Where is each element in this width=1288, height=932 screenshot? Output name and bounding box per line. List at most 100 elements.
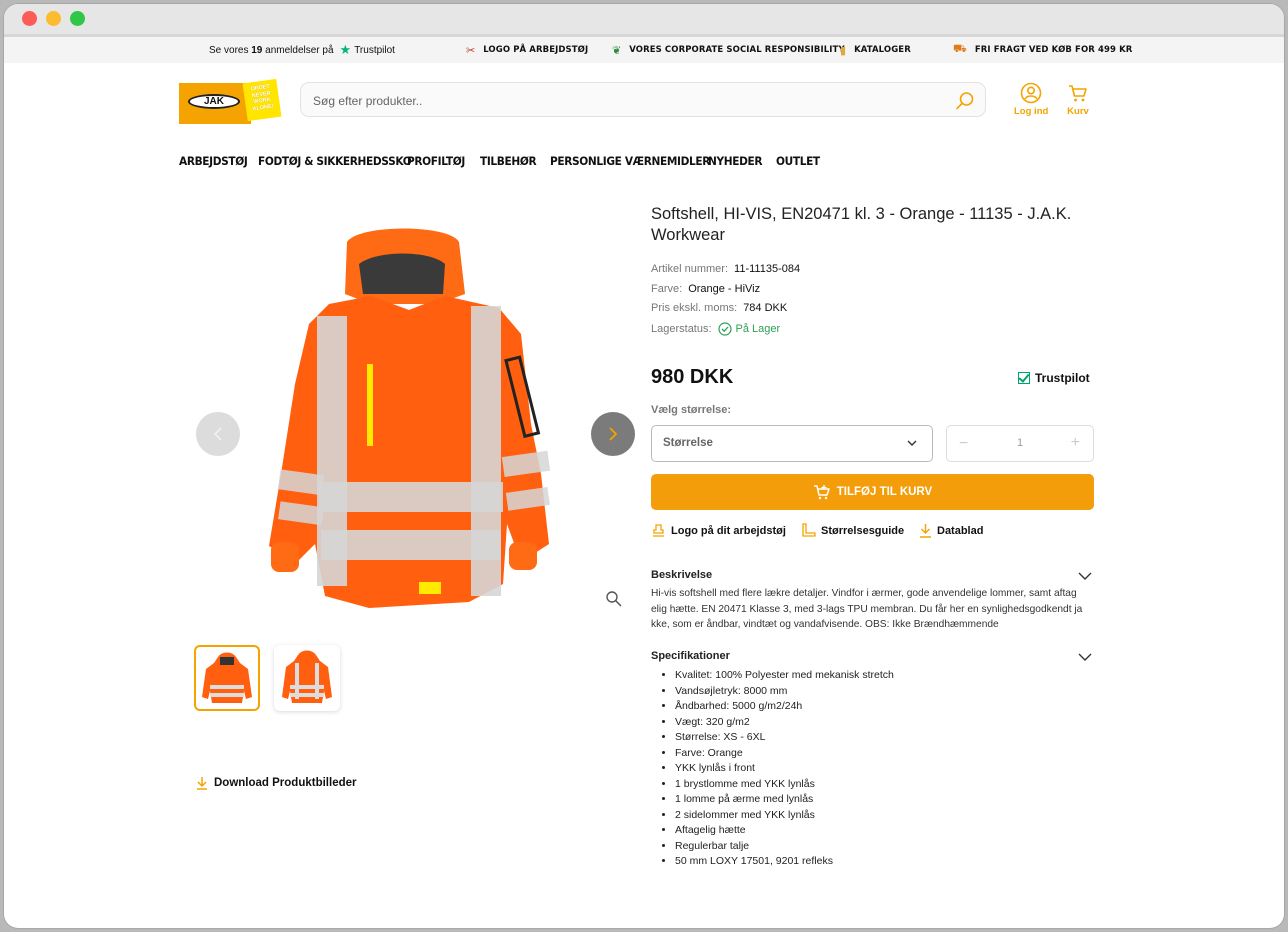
- thumbnail-front[interactable]: [194, 645, 260, 711]
- size-select-value: Størrelse: [663, 437, 713, 449]
- description-line: elig hætte. EN 20471 Klasse 3, med 3-lag…: [651, 603, 1083, 615]
- close-window-button[interactable]: [22, 11, 37, 26]
- description-line: kke, som er åndbar, vindtæt og vandafvis…: [651, 619, 999, 630]
- window-titlebar: [4, 4, 1284, 37]
- add-to-cart-label: TILFØJ TIL KURV: [836, 486, 933, 498]
- spec-item: 50 mm LOXY 17501, 9201 refleks: [675, 854, 894, 870]
- spec-item: 1 brystlomme med YKK lynlås: [675, 777, 894, 793]
- topbar-link-label: FRI FRAGT VED KØB FOR 499 KR: [974, 45, 1133, 55]
- stamp-icon: [653, 524, 664, 537]
- meta-value: Orange - HiViz: [688, 283, 761, 295]
- product-title: Softshell, HI-VIS, EN20471 kl. 3 - Orang…: [651, 205, 1072, 244]
- topbar-link-catalog[interactable]: ▮ KATALOGER: [840, 37, 911, 63]
- minimize-window-button[interactable]: [46, 11, 61, 26]
- site-logo[interactable]: JAK ORDET NEVER WORK ALONE!: [179, 77, 282, 124]
- link-label: Størrelsesguide: [821, 524, 905, 537]
- spec-item: 1 lomme på ærme med lynlås: [675, 792, 894, 808]
- size-label: Vælg størrelse:: [651, 404, 732, 416]
- spec-item: Vandsøjletryk: 8000 mm: [675, 684, 894, 700]
- nav-item-nyheder[interactable]: NYHEDER: [708, 154, 763, 168]
- maximize-window-button[interactable]: [70, 11, 85, 26]
- size-select[interactable]: Størrelse: [651, 425, 933, 462]
- topbar-link-shipping[interactable]: ⛟ FRI FRAGT VED KØB FOR 499 KR: [953, 37, 1132, 63]
- login-label: Log ind: [1014, 106, 1049, 117]
- check-circle-icon: [717, 322, 732, 336]
- trustpilot-prefix: Se vores: [209, 44, 249, 56]
- trustpilot-check-icon: [1018, 372, 1030, 384]
- trustpilot-brand: Trustpilot: [354, 44, 395, 56]
- spec-item: 2 sidelommer med YKK lynlås: [675, 808, 894, 824]
- nav-item-outlet[interactable]: OUTLET: [776, 154, 820, 168]
- login-button[interactable]: Log ind: [1014, 82, 1048, 117]
- datasheet-link[interactable]: Datablad: [919, 523, 983, 538]
- specifications-heading[interactable]: Specifikationer: [651, 650, 730, 662]
- nav-item-profiltoej[interactable]: PROFILTØJ: [407, 154, 465, 168]
- logo-badge: ORDET NEVER WORK ALONE!: [242, 78, 282, 122]
- link-label: Logo på dit arbejdstøj: [671, 524, 786, 537]
- meta-label: Farve:: [651, 283, 683, 295]
- quantity-increase-button[interactable]: +: [1071, 434, 1080, 452]
- spec-item: Farve: Orange: [675, 746, 894, 762]
- chevron-down-icon[interactable]: [1078, 651, 1092, 663]
- size-guide-link[interactable]: Størrelsesguide: [801, 523, 904, 538]
- download-icon: [920, 524, 931, 538]
- browser-window: Se vores 19 anmeldelser på ★ Trustpilot …: [4, 4, 1284, 928]
- next-image-button[interactable]: [591, 412, 635, 456]
- thumbnail-back[interactable]: [274, 645, 340, 711]
- spec-item: Vægt: 320 g/m2: [675, 715, 894, 731]
- search-icon[interactable]: [955, 91, 975, 111]
- truck-icon: ⛟: [953, 43, 967, 55]
- thumbnail-image-front: [202, 652, 252, 703]
- download-images-label: Download Produktbilleder: [214, 777, 357, 789]
- scissors-icon: ✂: [466, 44, 476, 57]
- zoom-icon[interactable]: [605, 590, 623, 608]
- meta-value: 784 DKK: [743, 302, 788, 314]
- catalog-icon: ▮: [840, 44, 847, 57]
- topbar-link-label: KATALOGER: [854, 45, 911, 55]
- chevron-down-icon[interactable]: [1078, 570, 1092, 582]
- spec-item: Åndbarhed: 5000 g/m2/24h: [675, 699, 894, 715]
- meta-article: Artikel nummer: 11-11135-084: [651, 263, 800, 275]
- spec-item: YKK lynlås i front: [675, 761, 894, 777]
- description-heading[interactable]: Beskrivelse: [651, 569, 712, 581]
- download-images-link[interactable]: Download Produktbilleder: [196, 776, 356, 790]
- leaf-icon: ❦: [612, 44, 622, 57]
- add-to-cart-button[interactable]: TILFØJ TIL KURV: [651, 474, 1094, 510]
- spec-item: Kvalitet: 100% Polyester med mekanisk st…: [675, 668, 894, 684]
- nav-item-tilbehoer[interactable]: TILBEHØR: [480, 154, 537, 168]
- chevron-left-icon: [213, 427, 222, 441]
- spec-item: Aftagelig hætte: [675, 823, 894, 839]
- trustpilot-count: 19: [251, 44, 263, 56]
- download-icon: [197, 777, 207, 790]
- spec-item: Størrelse: XS - 6XL: [675, 730, 894, 746]
- nav-item-fodtoej[interactable]: FODTØJ & SIKKERHEDSSKO: [258, 154, 412, 168]
- prev-image-button[interactable]: [196, 412, 240, 456]
- trustpilot-widget[interactable]: Trustpilot: [1018, 371, 1090, 385]
- nav-item-vaernemidler[interactable]: PERSONLIGE VÆRNEMIDLER: [550, 154, 710, 168]
- chevron-down-icon: [907, 440, 917, 446]
- logo-on-workwear-link[interactable]: Logo på dit arbejdstøj: [651, 523, 786, 538]
- chevron-right-icon: [609, 427, 618, 441]
- trustpilot-star-icon: ★: [339, 42, 352, 57]
- topbar-link-csr[interactable]: ❦ VORES CORPORATE SOCIAL RESPONSIBILITY: [612, 37, 845, 63]
- cart-button[interactable]: Kurv: [1067, 82, 1089, 117]
- search-box: [300, 82, 986, 118]
- cart-label: Kurv: [1067, 106, 1089, 117]
- thumbnail-image-back: [282, 650, 332, 703]
- nav-item-arbejdstoej[interactable]: ARBEJDSTØJ: [179, 154, 248, 168]
- trustpilot-reviews-link[interactable]: Se vores 19 anmeldelser på ★ Trustpilot: [209, 37, 395, 63]
- ruler-icon: [802, 523, 816, 537]
- description-line: Hi-vis softshell med flere lækre detalje…: [651, 588, 1077, 599]
- trustpilot-label: Trustpilot: [1035, 371, 1090, 385]
- cart-icon: [1069, 85, 1087, 102]
- topbar-link-label: LOGO PÅ ARBEJDSTØJ: [483, 45, 589, 55]
- topbar-link-logo[interactable]: ✂ LOGO PÅ ARBEJDSTØJ: [466, 37, 588, 63]
- top-info-bar: Se vores 19 anmeldelser på ★ Trustpilot …: [4, 37, 1284, 63]
- user-icon: [1020, 82, 1042, 104]
- meta-label: Lagerstatus:: [651, 323, 712, 335]
- search-input[interactable]: [311, 83, 945, 118]
- meta-label: Artikel nummer:: [651, 263, 729, 275]
- quantity-stepper: − 1 +: [946, 425, 1094, 462]
- meta-label: Pris ekskl. moms:: [651, 302, 738, 314]
- topbar-link-label: VORES CORPORATE SOCIAL RESPONSIBILITY: [629, 45, 845, 55]
